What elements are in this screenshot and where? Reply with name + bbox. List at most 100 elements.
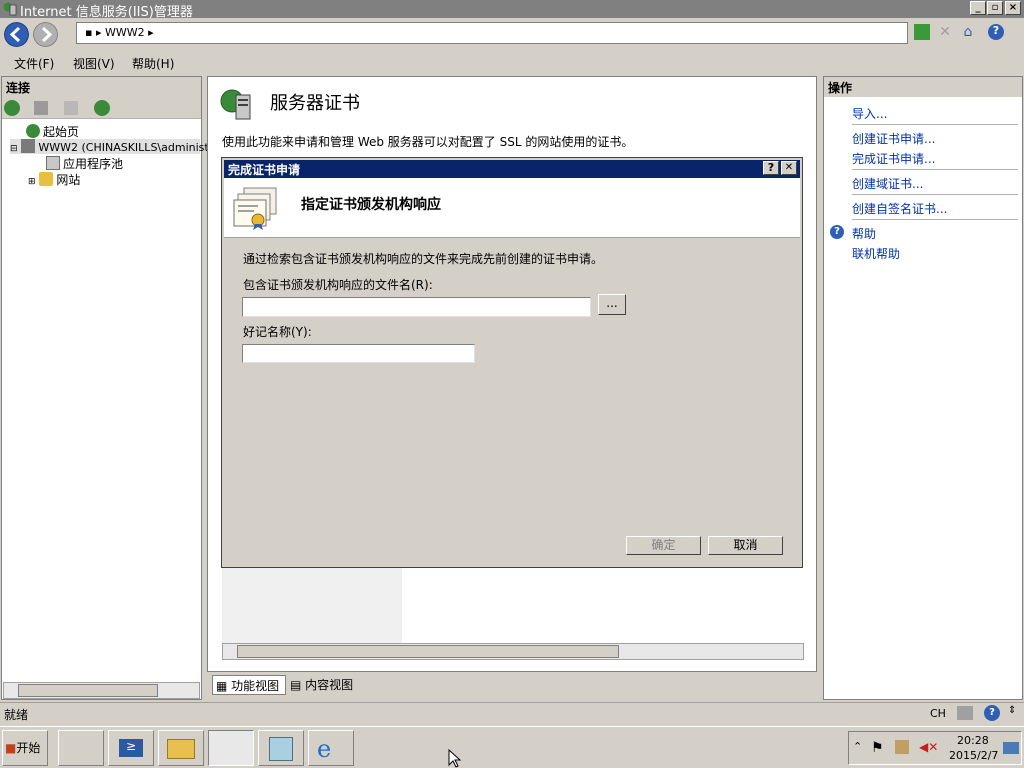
back-icon[interactable]	[4, 22, 29, 47]
action-center-flag-icon[interactable]: ⚑	[871, 740, 884, 756]
menu-file[interactable]: 文件(F)	[14, 55, 54, 72]
up-icon[interactable]	[64, 101, 78, 115]
show-desktop-icon[interactable]	[1003, 742, 1019, 754]
clock-time[interactable]: 20:28	[957, 734, 989, 747]
keyboard-icon[interactable]	[957, 706, 973, 720]
action-separator	[852, 194, 1018, 195]
forward-icon[interactable]	[33, 22, 58, 47]
minimize-button[interactable]: _	[970, 1, 986, 15]
file-name-label: 包含证书颁发机构响应的文件名(R):	[243, 278, 433, 292]
windows-flag-icon: ■	[5, 741, 17, 755]
tree-item-server[interactable]: ⊟ WWW2 (CHINASKILLS\administ	[10, 139, 209, 154]
page-title: 服务器证书	[270, 93, 360, 114]
center-horizontal-scrollbar[interactable]	[222, 643, 804, 660]
status-bar: 就绪 CH ? ⇕	[0, 702, 1024, 724]
action-create-self-signed[interactable]: 创建自签名证书...	[852, 200, 947, 217]
connections-panel: 连接 起始页 ⊟ WWW2 (CHINASKILLS\administ 应用程序…	[1, 76, 209, 700]
dialog-close-button[interactable]: ✕	[781, 161, 797, 175]
list-empty-area	[222, 567, 402, 643]
app-pool-icon	[46, 156, 60, 170]
friendly-name-input[interactable]	[242, 344, 475, 363]
system-tray: ⌃ ⚑ ◀✕ 20:28 2015/2/7	[848, 731, 1022, 765]
action-online-help[interactable]: 联机帮助	[852, 245, 900, 262]
action-import[interactable]: 导入...	[852, 105, 887, 122]
explorer-taskbar-icon[interactable]	[158, 730, 204, 766]
browse-button[interactable]: ...	[598, 294, 626, 315]
connections-toolbar	[2, 97, 201, 119]
tree-item-sites[interactable]: ⊞ 网站	[28, 171, 80, 188]
action-complete-request[interactable]: 完成证书申请...	[852, 150, 935, 167]
tab-content-view[interactable]: ▤ 内容视图	[287, 675, 361, 695]
tree-item-app-pools[interactable]: 应用程序池	[46, 155, 123, 172]
taskbar: ■开始 ≥ e ⌃ ⚑ ◀✕ 20:28 2015/2/7	[0, 726, 1024, 768]
mouse-cursor-icon	[448, 749, 462, 768]
disconnect-icon[interactable]	[94, 100, 110, 116]
dialog-heading: 指定证书颁发机构响应	[301, 197, 441, 213]
action-separator	[852, 124, 1018, 125]
network-icon[interactable]	[895, 740, 909, 754]
start-button[interactable]: ■开始	[2, 730, 48, 766]
dialog-title-bar: 完成证书申请	[224, 160, 800, 178]
cancel-button[interactable]: 取消	[708, 536, 783, 555]
powershell-taskbar-icon[interactable]: ≥	[108, 730, 154, 766]
internet-explorer-taskbar-icon[interactable]: e	[308, 730, 354, 766]
content-view-icon: ▤	[290, 678, 302, 692]
collapse-icon[interactable]: ⊟	[10, 144, 18, 154]
iis-manager-taskbar-icon[interactable]	[208, 730, 254, 766]
home-icon[interactable]: ⌂	[960, 24, 976, 40]
ok-button[interactable]: 确定	[626, 536, 701, 555]
tree-item-start-page[interactable]: 起始页	[26, 123, 79, 140]
view-tabs: ▦ 功能视图 ▤ 内容视图	[207, 674, 817, 698]
iis-app-icon	[3, 2, 17, 16]
language-indicator[interactable]: CH	[930, 707, 946, 720]
friendly-name-label: 好记名称(Y):	[243, 325, 312, 339]
ime-options-icon[interactable]: ⇕	[1008, 705, 1016, 716]
volume-muted-icon[interactable]: ◀✕	[919, 740, 938, 754]
page-description: 使用此功能来申请和管理 Web 服务器可以对配置了 SSL 的网站使用的证书。	[222, 135, 634, 149]
clock-date[interactable]: 2015/2/7	[949, 749, 998, 762]
ime-help-icon[interactable]: ?	[984, 705, 1000, 721]
menu-bar: 文件(F) 视图(V) 帮助(H)	[0, 52, 1024, 74]
dialog-instruction: 通过检索包含证书颁发机构响应的文件来完成先前创建的证书申请。	[243, 252, 604, 266]
actions-header: 操作	[824, 77, 1022, 97]
certificate-icon	[233, 187, 277, 230]
dialog-header: 指定证书颁发机构响应	[224, 178, 800, 238]
action-create-request[interactable]: 创建证书申请...	[852, 130, 935, 147]
tab-features-view[interactable]: ▦ 功能视图	[212, 675, 286, 695]
action-create-domain-cert[interactable]: 创建域证书...	[852, 175, 923, 192]
help-icon[interactable]: ?	[988, 24, 1004, 40]
help-icon: ?	[830, 225, 844, 239]
actions-panel: 操作 导入... 创建证书申请... 完成证书申请... 创建域证书... 创建…	[823, 76, 1023, 700]
connect-icon[interactable]	[4, 100, 20, 116]
refresh-icon[interactable]	[914, 24, 930, 40]
left-scroll-thumb[interactable]	[18, 684, 158, 697]
close-window-button[interactable]: ×	[1005, 1, 1021, 15]
features-view-icon: ▦	[216, 679, 228, 693]
action-separator	[852, 169, 1018, 170]
title-bar: Internet 信息服务(IIS)管理器 _ ▫ ×	[0, 0, 1024, 20]
expand-icon[interactable]: ⊞	[28, 177, 36, 187]
menu-view[interactable]: 视图(V)	[73, 55, 115, 72]
file-name-input[interactable]	[242, 297, 591, 317]
restore-button[interactable]: ▫	[987, 1, 1003, 15]
sites-icon	[39, 172, 54, 186]
connections-header: 连接	[2, 77, 201, 97]
server-manager-taskbar-icon[interactable]	[58, 730, 104, 766]
action-separator	[852, 219, 1018, 220]
action-help[interactable]: 帮助	[852, 225, 876, 242]
center-scroll-thumb[interactable]	[237, 645, 619, 658]
left-horizontal-scrollbar[interactable]	[3, 682, 200, 699]
stop-icon[interactable]: ✕	[937, 24, 953, 40]
notepad-taskbar-icon[interactable]	[258, 730, 304, 766]
save-icon[interactable]	[34, 101, 48, 115]
dialog-help-button[interactable]: ?	[763, 161, 779, 175]
show-hidden-icons[interactable]: ⌃	[853, 740, 862, 753]
menu-help[interactable]: 帮助(H)	[132, 55, 174, 72]
computer-icon: ▪	[85, 26, 93, 39]
server-certificates-icon	[220, 89, 251, 120]
start-page-icon	[26, 124, 40, 138]
address-path: ▪ ▸ WWW2 ▸	[85, 26, 154, 39]
address-bar[interactable]: ▪ ▸ WWW2 ▸	[76, 22, 908, 44]
complete-certificate-request-dialog: 完成证书申请 ? ✕ 指定证书颁发机构响应 通过检索包含证书颁发机构响应的文件来…	[221, 157, 803, 568]
dialog-title: 完成证书申请	[228, 163, 301, 177]
